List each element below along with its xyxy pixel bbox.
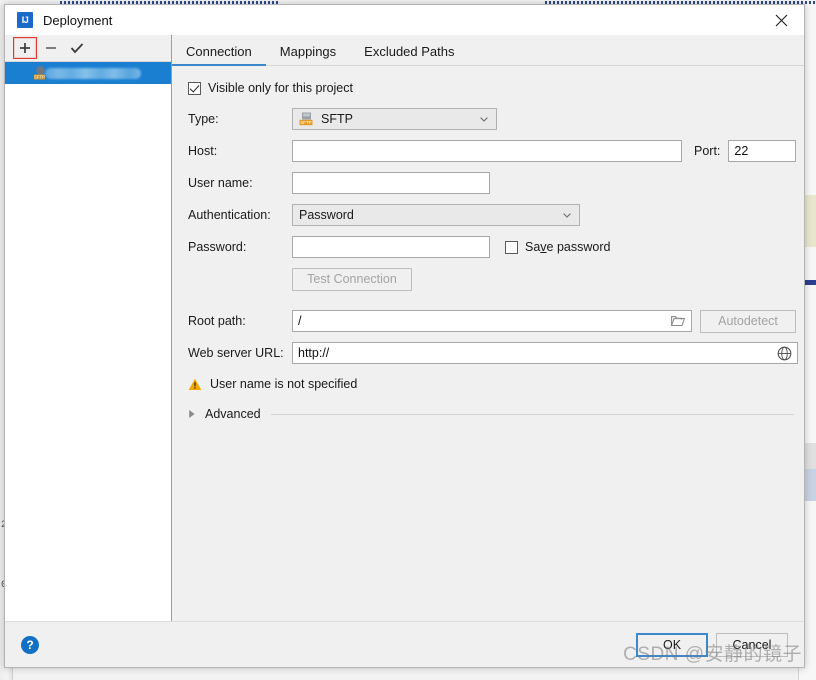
user-name-row: User name:	[188, 170, 804, 196]
help-circle-icon[interactable]: ?	[21, 635, 39, 654]
web-server-url-input[interactable]: http://	[292, 342, 798, 364]
close-icon[interactable]	[759, 5, 804, 35]
visible-only-label: Visible only for this project	[208, 81, 353, 95]
footer-buttons: OK Cancel	[636, 632, 788, 657]
add-server-button[interactable]	[13, 37, 37, 59]
password-row: Password: Save password	[188, 234, 804, 260]
root-path-label: Root path:	[188, 314, 246, 328]
authentication-label: Authentication:	[188, 208, 271, 222]
plus-icon	[20, 43, 30, 53]
folder-icon[interactable]	[671, 315, 685, 327]
chevron-down-icon	[480, 117, 488, 122]
intellij-idea-icon	[17, 12, 33, 28]
sftp-icon: SFTP	[299, 112, 313, 126]
user-name-label: User name:	[188, 176, 253, 190]
chevron-right-icon	[189, 410, 195, 418]
host-label: Host:	[188, 144, 218, 158]
dialog-body: SFTP Connection Mappings Excluded Paths …	[5, 35, 804, 621]
chevron-down-icon	[563, 213, 571, 218]
type-select[interactable]: SFTP SFTP	[292, 108, 497, 130]
web-server-url-label: Web server URL:	[188, 346, 284, 360]
port-label: Port:	[694, 144, 721, 158]
root-path-row: Root path: / Autodetect	[188, 308, 804, 334]
server-list-panel: SFTP	[5, 35, 172, 621]
ok-button[interactable]: OK	[636, 632, 708, 657]
svg-text:SFTP: SFTP	[300, 120, 311, 125]
list-item-label	[45, 67, 141, 79]
authentication-row: Authentication: Password	[188, 202, 804, 228]
server-list-toolbar	[5, 35, 171, 62]
settings-tabbar: Connection Mappings Excluded Paths	[172, 35, 804, 66]
authentication-select[interactable]: Password	[292, 204, 580, 226]
tab-connection[interactable]: Connection	[172, 45, 266, 66]
visible-only-row: Visible only for this project	[188, 76, 804, 100]
tab-mappings[interactable]: Mappings	[266, 45, 350, 65]
validation-warning: User name is not specified	[188, 375, 804, 393]
autodetect-button[interactable]: Autodetect	[700, 309, 796, 333]
check-icon	[70, 43, 84, 54]
web-server-url-row: Web server URL: http://	[188, 340, 804, 366]
password-label: Password:	[188, 240, 247, 254]
host-row: Host: Port: 22	[188, 138, 804, 164]
cancel-button[interactable]: Cancel	[716, 632, 788, 657]
advanced-label: Advanced	[205, 407, 261, 421]
type-label: Type:	[188, 112, 219, 126]
dialog-footer: ? OK Cancel	[5, 621, 804, 667]
visible-only-checkbox[interactable]	[188, 81, 201, 95]
dialog-titlebar: Deployment	[5, 5, 804, 35]
globe-icon[interactable]	[777, 346, 792, 361]
web-server-url-value: http://	[298, 346, 330, 360]
host-input[interactable]	[292, 140, 682, 162]
confirm-server-button[interactable]	[65, 37, 89, 59]
validation-warning-text: User name is not specified	[210, 377, 358, 391]
authentication-value: Password	[299, 208, 354, 222]
type-value: SFTP	[321, 112, 353, 126]
root-path-value: /	[298, 314, 302, 328]
type-row: Type: SFTP SFTP	[188, 106, 804, 132]
minus-icon	[46, 47, 56, 49]
user-name-input[interactable]	[292, 172, 490, 194]
root-path-input[interactable]: /	[292, 310, 692, 332]
advanced-section-toggle[interactable]: Advanced	[188, 405, 804, 423]
password-input[interactable]	[292, 236, 490, 258]
advanced-divider	[270, 413, 794, 415]
port-input[interactable]: 22	[728, 140, 797, 162]
connection-settings-panel: Connection Mappings Excluded Paths Visib…	[172, 35, 804, 621]
deployment-dialog: Deployment	[4, 4, 805, 668]
dialog-title: Deployment	[43, 12, 113, 28]
test-connection-button[interactable]: Test Connection	[292, 267, 412, 291]
svg-text:SFTP: SFTP	[34, 75, 45, 80]
connection-form: Visible only for this project Type: SFTP	[172, 66, 804, 621]
test-connection-row: Test Connection	[188, 266, 804, 292]
list-item[interactable]: SFTP	[5, 62, 171, 84]
tab-excluded-paths[interactable]: Excluded Paths	[350, 45, 468, 65]
save-password-label: Save password	[525, 240, 611, 254]
server-list[interactable]: SFTP	[5, 62, 171, 621]
remove-server-button[interactable]	[39, 37, 63, 59]
save-password-checkbox[interactable]	[505, 240, 518, 254]
warning-triangle-icon	[188, 378, 202, 390]
